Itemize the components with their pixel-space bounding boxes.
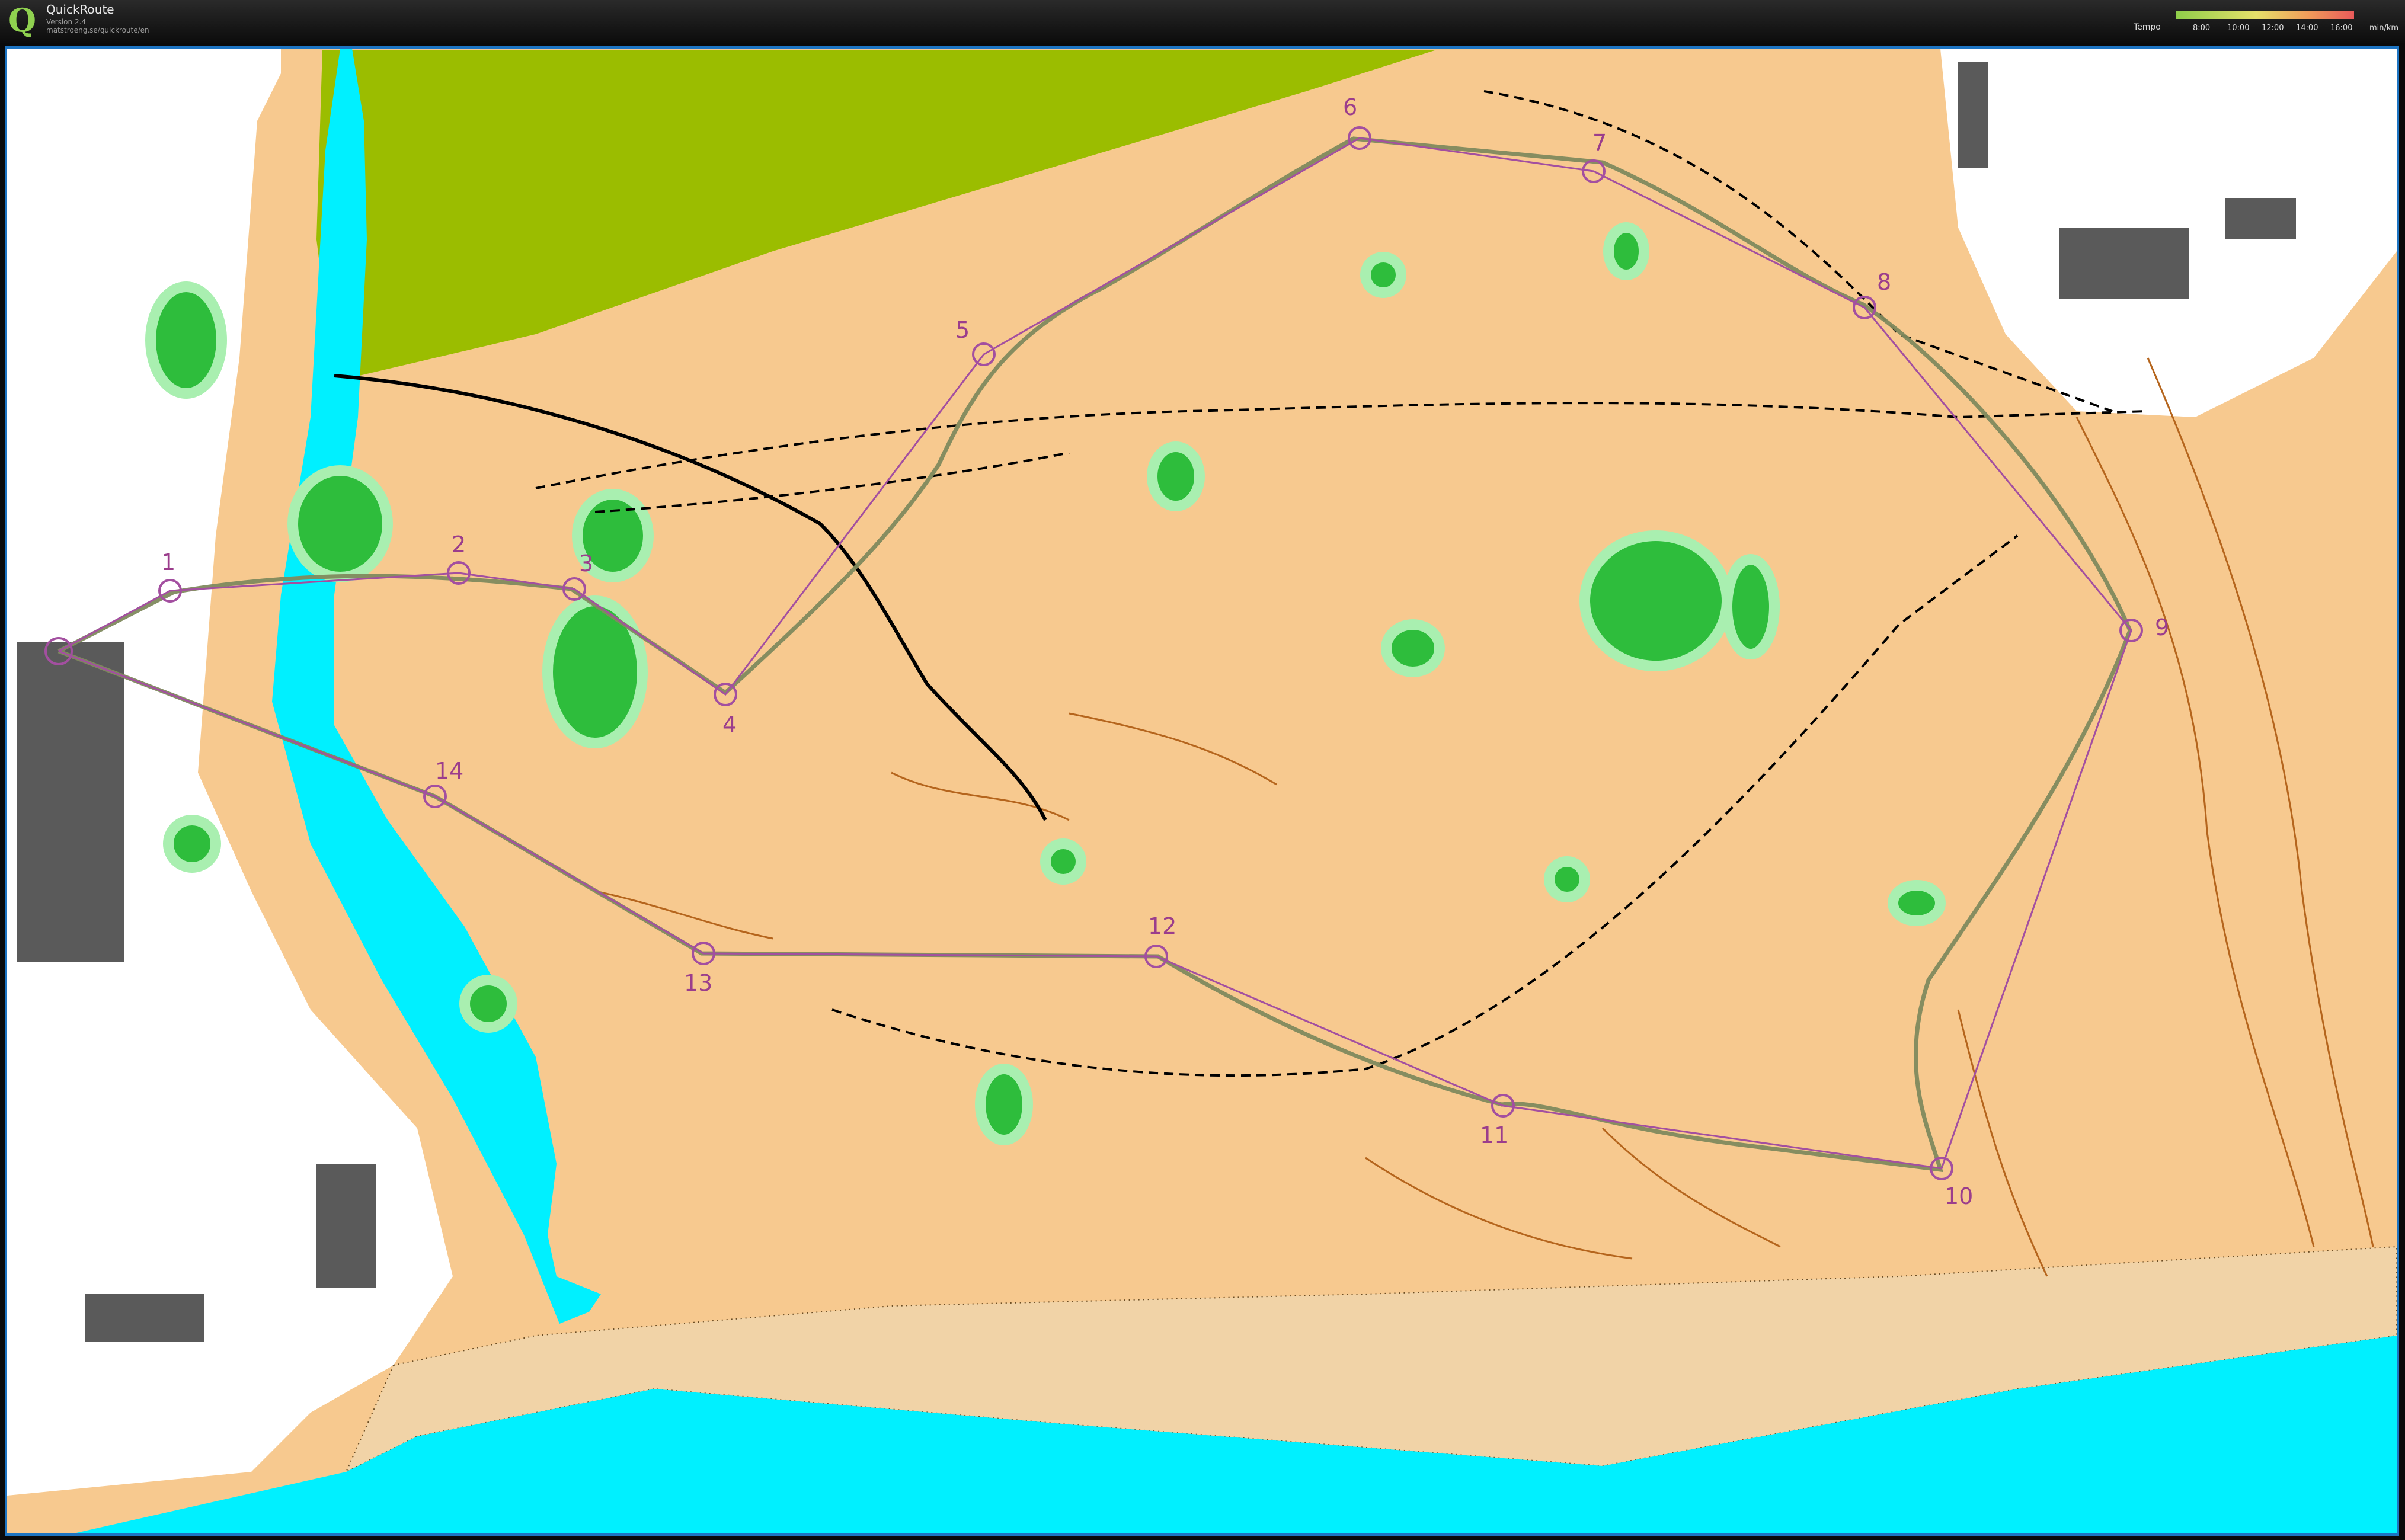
control-number-14: 14 xyxy=(435,758,463,784)
control-number-12: 12 xyxy=(1148,913,1176,939)
control-number-10: 10 xyxy=(1945,1183,1973,1209)
legend-color-bar xyxy=(2176,11,2354,19)
legend-label: Tempo xyxy=(2134,23,2161,32)
legend-tick: 8:00 xyxy=(2193,24,2211,33)
legend-tick: 14:00 xyxy=(2296,24,2318,33)
control-number-8: 8 xyxy=(1877,269,1891,295)
pace-legend: Tempo 8:00 10:00 12:00 14:00 16:00 min/k… xyxy=(2134,8,2398,37)
control-number-1: 1 xyxy=(161,549,175,575)
title-bar: Q QuickRoute Version 2.4 matstroeng.se/q… xyxy=(0,0,2405,43)
legend-tick: 10:00 xyxy=(2227,24,2250,33)
app-url: matstroeng.se/quickroute/en xyxy=(46,26,149,34)
control-number-4: 4 xyxy=(722,712,737,738)
control-number-2: 2 xyxy=(452,532,466,558)
control-number-7: 7 xyxy=(1592,130,1607,156)
control-number-5: 5 xyxy=(955,317,970,343)
control-number-3: 3 xyxy=(579,550,593,577)
control-number-11: 11 xyxy=(1480,1122,1508,1148)
orienteering-map[interactable]: 1 2 3 4 5 6 7 8 9 10 11 12 13 14 xyxy=(7,49,2397,1533)
control-number-9: 9 xyxy=(2155,614,2169,641)
quickroute-logo-icon: Q xyxy=(8,1,37,39)
legend-tick: 16:00 xyxy=(2330,24,2353,33)
legend-tick: 12:00 xyxy=(2262,24,2284,33)
legend-unit: min/km xyxy=(2369,24,2399,33)
map-viewport[interactable]: 1 2 3 4 5 6 7 8 9 10 11 12 13 14 xyxy=(5,46,2399,1536)
app-version: Version 2.4 xyxy=(46,18,87,26)
app-name: QuickRoute xyxy=(46,2,114,17)
control-number-6: 6 xyxy=(1343,94,1357,120)
control-number-13: 13 xyxy=(684,970,712,996)
